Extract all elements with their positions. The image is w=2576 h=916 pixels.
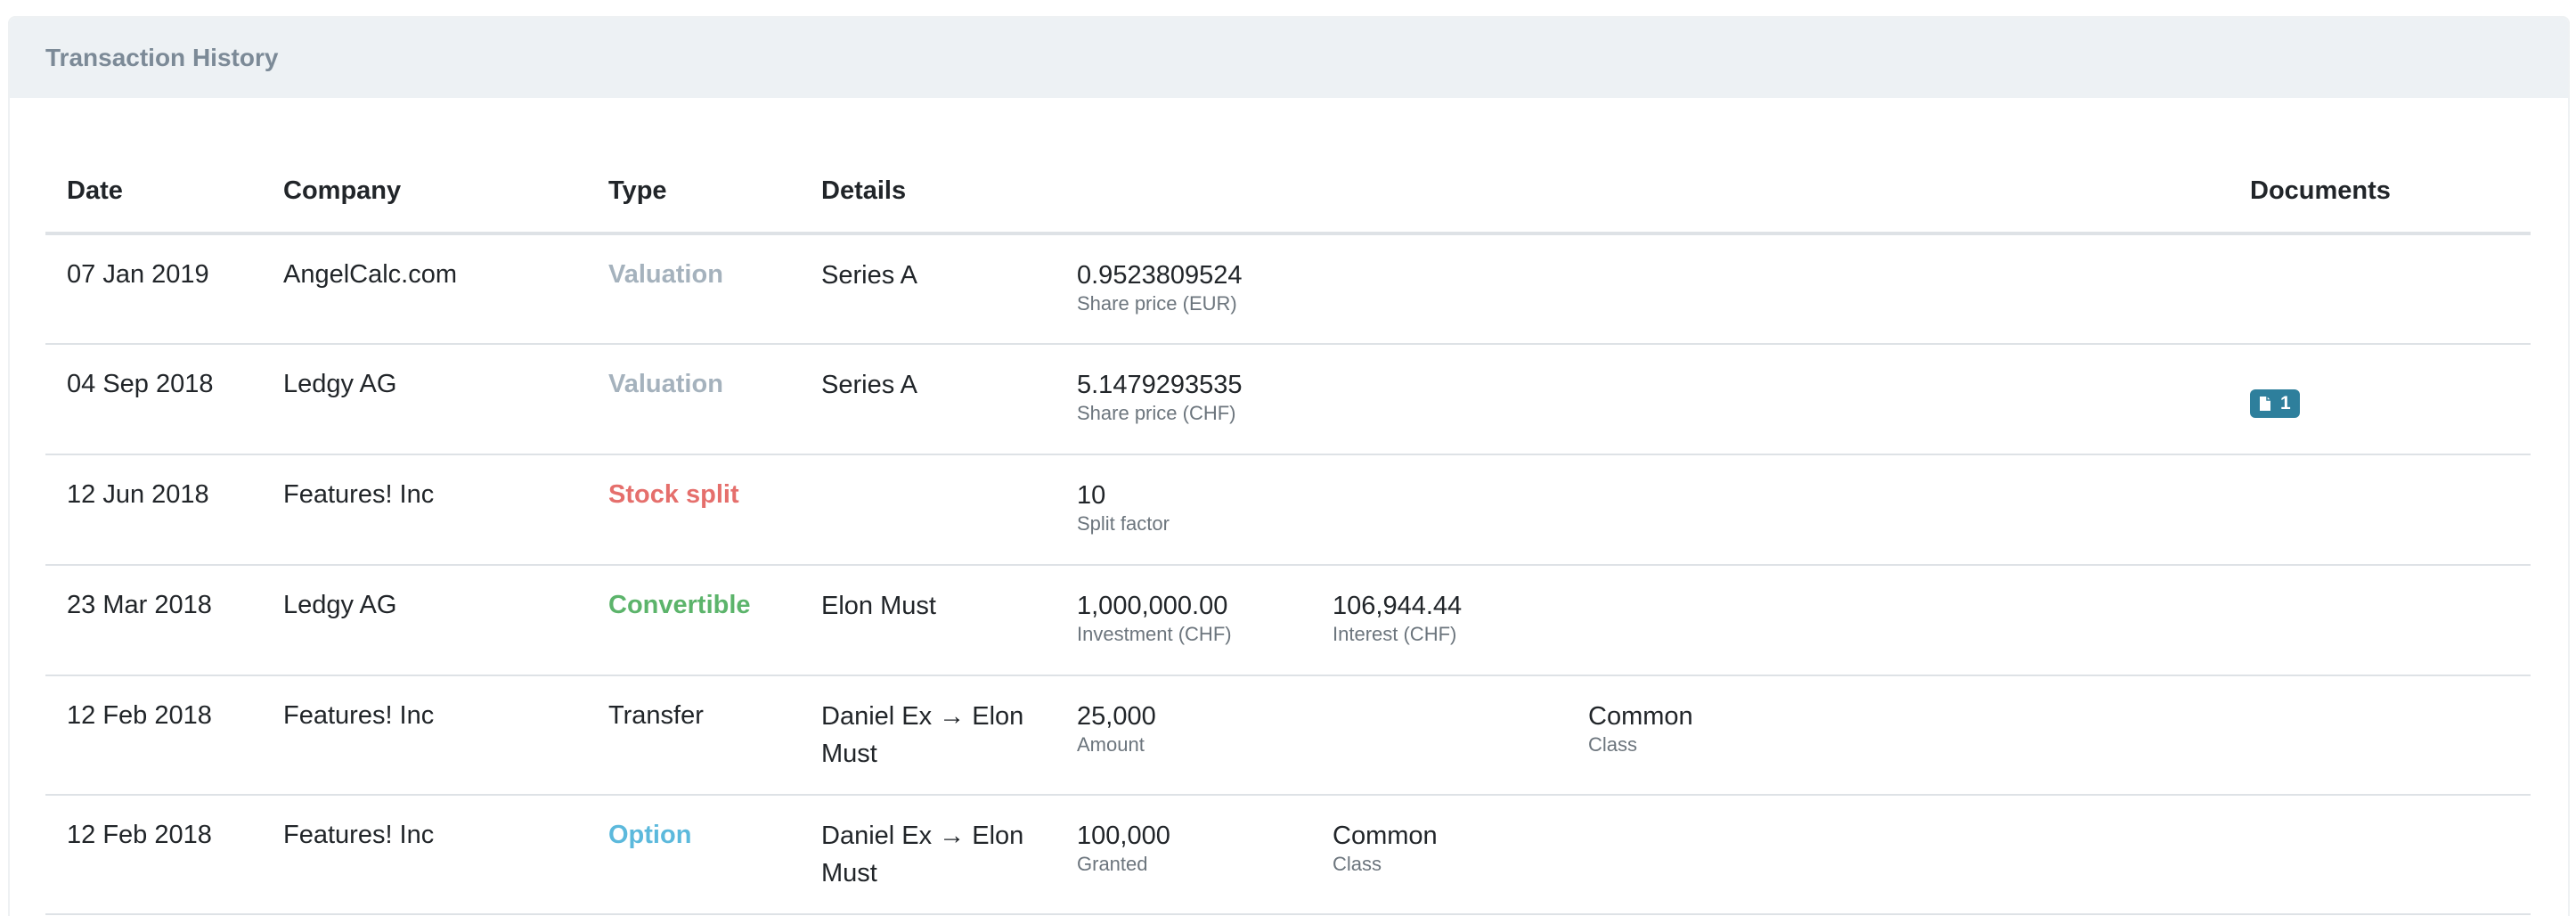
column-header-company[interactable]: Company [262, 150, 587, 235]
value-cell-2 [1311, 675, 1567, 796]
value-cell-1: 0.9523809524 Share price (EUR) [1056, 233, 1311, 345]
table-row[interactable]: 12 Jun 2018 Features! Inc Stock split 10… [45, 454, 2531, 566]
column-header-documents: Documents [2229, 150, 2531, 235]
documents-cell: 1 [2229, 344, 2531, 455]
details-cell: Daniel Ex → Elon Must [800, 795, 1056, 915]
date-cell: 04 Sep 2018 [45, 344, 262, 455]
details-text: Elon Must [821, 592, 936, 620]
documents-cell [2229, 565, 2531, 676]
date-cell: 23 Mar 2018 [45, 565, 262, 676]
value-cell-3 [1567, 454, 2229, 566]
value-cell-1: 10 Split factor [1056, 454, 1311, 566]
details-cell: Daniel Ex → Elon Must [800, 675, 1056, 796]
date-cell: 12 Feb 2018 [45, 675, 262, 796]
value-label: Share price (EUR) [1077, 292, 1237, 315]
value-cell-3 [1567, 344, 2229, 455]
details-cell [800, 454, 1056, 566]
details-text: Daniel Ex → Elon Must [821, 822, 1024, 887]
value-label: Split factor [1077, 512, 1170, 535]
card-header: Transaction History [10, 18, 2568, 98]
value: 0.9523809524 [1077, 261, 1243, 290]
value: 5.1479293535 [1077, 371, 1243, 399]
type-cell: Valuation [587, 233, 800, 345]
value-label: Investment (CHF) [1077, 623, 1232, 645]
value-label: Share price (CHF) [1077, 402, 1236, 424]
documents-count: 1 [2280, 393, 2291, 413]
value-label: Class [1588, 733, 1638, 756]
value-cell-1: 100,000 Granted [1056, 795, 1311, 915]
value-cell-3 [1567, 795, 2229, 915]
value: Common [1333, 822, 1438, 850]
column-header-type[interactable]: Type [587, 150, 800, 235]
value-cell-2: Common Class [1311, 795, 1567, 915]
value-cell-2 [1311, 233, 1567, 345]
type-cell: Transfer [587, 675, 800, 796]
documents-cell [2229, 675, 2531, 796]
date-cell: 12 Jun 2018 [45, 454, 262, 566]
company-cell: Features! Inc [262, 454, 587, 566]
value-cell-3 [1567, 565, 2229, 676]
table-row[interactable]: 23 Mar 2018 Ledgy AG Convertible Elon Mu… [45, 565, 2531, 676]
value: 10 [1077, 481, 1106, 510]
company-cell: Features! Inc [262, 795, 587, 915]
documents-cell [2229, 795, 2531, 915]
transaction-history-card: Transaction History Date Company Type De… [8, 16, 2570, 916]
value: 25,000 [1077, 702, 1156, 731]
column-header-date[interactable]: Date [45, 150, 262, 235]
table-row[interactable]: 07 Jan 2019 AngelCalc.com Valuation Seri… [45, 233, 2531, 345]
documents-badge[interactable]: 1 [2250, 389, 2300, 418]
column-header-details[interactable]: Details [800, 150, 1056, 235]
value-cell-1: 1,000,000.00 Investment (CHF) [1056, 565, 1311, 676]
details-cell: Elon Must [800, 565, 1056, 676]
details-text: Series A [821, 261, 917, 290]
column-header-value-2 [1311, 150, 1567, 235]
value: 1,000,000.00 [1077, 592, 1228, 620]
documents-cell [2229, 454, 2531, 566]
details-cell: Series A [800, 233, 1056, 345]
company-cell: AngelCalc.com [262, 233, 587, 345]
documents-cell [2229, 233, 2531, 345]
company-cell: Features! Inc [262, 675, 587, 796]
table-row[interactable]: 12 Feb 2018 Features! Inc Transfer Danie… [45, 675, 2531, 796]
details-text: Series A [821, 371, 917, 399]
date-cell: 12 Feb 2018 [45, 795, 262, 915]
date-cell: 07 Jan 2019 [45, 233, 262, 345]
value-cell-3 [1567, 233, 2229, 345]
value-cell-1: 5.1479293535 Share price (CHF) [1056, 344, 1311, 455]
value: 106,944.44 [1333, 592, 1463, 620]
card-title: Transaction History [45, 44, 279, 71]
transactions-table: Date Company Type Details Documents 07 J… [45, 150, 2531, 915]
value-cell-2 [1311, 344, 1567, 455]
value: Common [1588, 702, 1693, 731]
type-cell: Valuation [587, 344, 800, 455]
value-label: Interest (CHF) [1333, 623, 1457, 645]
value-label: Granted [1077, 853, 1148, 875]
details-text: Daniel Ex → Elon Must [821, 702, 1024, 768]
table-row[interactable]: 12 Feb 2018 Features! Inc Option Daniel … [45, 795, 2531, 915]
company-cell: Ledgy AG [262, 344, 587, 455]
value-cell-2 [1311, 454, 1567, 566]
details-cell: Series A [800, 344, 1056, 455]
column-header-value-3 [1567, 150, 2229, 235]
type-cell: Stock split [587, 454, 800, 566]
company-cell: Ledgy AG [262, 565, 587, 676]
value-label: Amount [1077, 733, 1145, 756]
value-cell-2: 106,944.44 Interest (CHF) [1311, 565, 1567, 676]
table-header-row: Date Company Type Details Documents [45, 150, 2531, 235]
value-cell-3: Common Class [1567, 675, 2229, 796]
value-label: Class [1333, 853, 1382, 875]
column-header-value-1 [1056, 150, 1311, 235]
type-cell: Option [587, 795, 800, 915]
value: 100,000 [1077, 822, 1170, 850]
table-row[interactable]: 04 Sep 2018 Ledgy AG Valuation Series A … [45, 344, 2531, 455]
type-cell: Convertible [587, 565, 800, 676]
file-icon [2259, 396, 2271, 412]
value-cell-1: 25,000 Amount [1056, 675, 1311, 796]
